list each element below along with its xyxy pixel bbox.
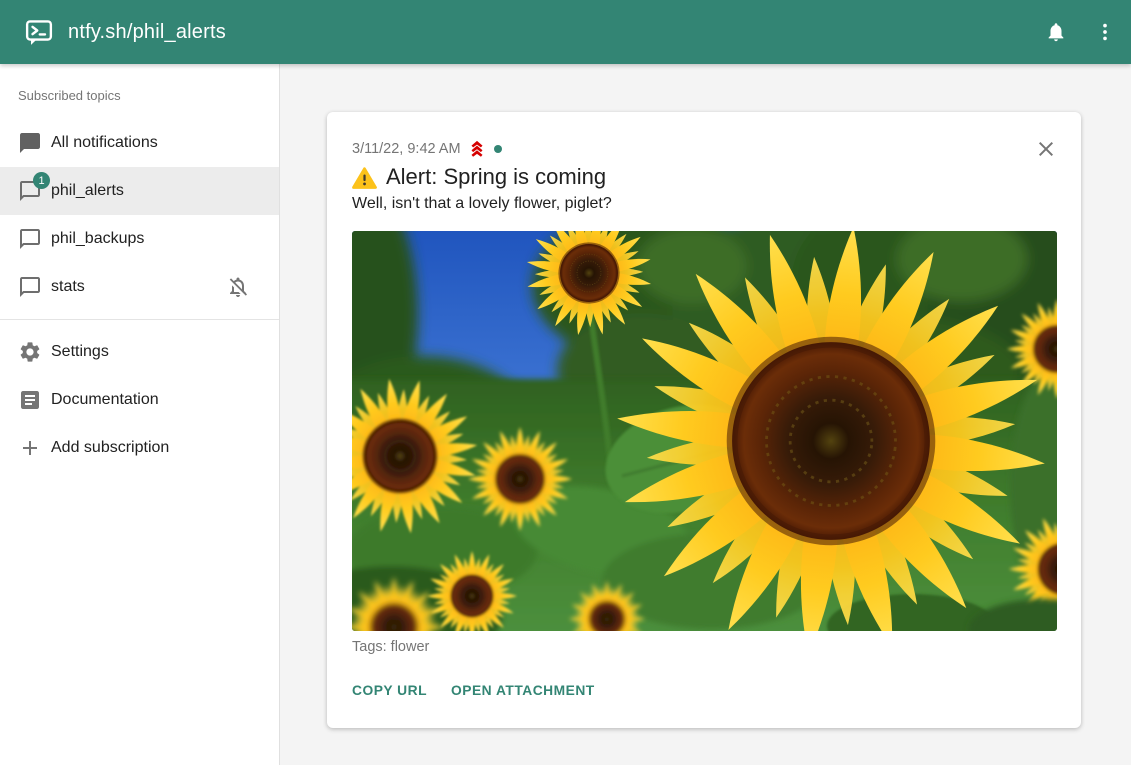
warning-emoji-icon <box>352 166 377 191</box>
sidebar-item-settings[interactable]: Settings <box>0 328 279 376</box>
sidebar-item-label: phil_backups <box>51 230 144 248</box>
notification-card: 3/11/22, 9:42 AM A <box>327 112 1081 728</box>
sidebar-item-all-notifications[interactable]: All notifications <box>0 119 279 167</box>
notification-title: Alert: Spring is coming <box>352 164 1057 190</box>
chat-outline-icon <box>18 227 42 251</box>
terminal-bubble-icon <box>24 16 56 48</box>
document-icon <box>18 388 42 412</box>
unread-dot <box>494 145 502 153</box>
copy-url-button[interactable]: COPY URL <box>352 681 427 700</box>
bell-off-icon <box>226 275 250 299</box>
sidebar-item-documentation[interactable]: Documentation <box>0 376 279 424</box>
notification-actions: COPY URL OPEN ATTACHMENT <box>352 681 1057 700</box>
chat-filled-icon <box>18 131 42 155</box>
sidebar-item-label: Settings <box>51 343 109 361</box>
sidebar-item-phil-alerts[interactable]: 1 phil_alerts <box>0 167 279 215</box>
sidebar-item-stats[interactable]: stats <box>0 263 279 311</box>
notification-timestamp: 3/11/22, 9:42 AM <box>352 141 461 157</box>
sidebar-item-label: Documentation <box>51 391 159 409</box>
plus-icon <box>18 436 42 460</box>
bell-icon <box>1045 21 1067 43</box>
sidebar-item-add-subscription[interactable]: Add subscription <box>0 424 279 472</box>
subscribed-topics-heading: Subscribed topics <box>0 64 279 103</box>
sidebar-item-label: Add subscription <box>51 439 169 457</box>
app-bar: ntfy.sh/phil_alerts <box>0 0 1131 64</box>
overflow-menu-button[interactable] <box>1085 12 1125 52</box>
close-icon <box>1034 137 1058 161</box>
notification-tags: Tags: flower <box>352 639 1057 655</box>
notification-body: Well, isn't that a lovely flower, piglet… <box>352 194 1057 213</box>
open-attachment-button[interactable]: OPEN ATTACHMENT <box>451 681 595 700</box>
sidebar-divider <box>0 319 279 320</box>
page-title: ntfy.sh/phil_alerts <box>68 21 226 44</box>
high-priority-icon <box>467 139 487 159</box>
unread-count-badge: 1 <box>33 172 50 189</box>
close-notification-button[interactable] <box>1033 137 1059 163</box>
notifications-permission-button[interactable] <box>1036 12 1076 52</box>
attachment-image[interactable] <box>352 231 1057 631</box>
kebab-menu-icon <box>1094 21 1116 43</box>
notification-meta-row: 3/11/22, 9:42 AM <box>352 139 1057 159</box>
chat-outline-icon <box>18 275 42 299</box>
notification-title-text: Alert: Spring is coming <box>386 164 606 190</box>
sidebar-item-label: stats <box>51 278 85 296</box>
gear-icon <box>18 340 42 364</box>
sidebar-item-phil-backups[interactable]: phil_backups <box>0 215 279 263</box>
sidebar-item-label: All notifications <box>51 134 158 152</box>
sidebar: Subscribed topics All notifications 1 ph… <box>0 64 280 765</box>
sidebar-item-label: phil_alerts <box>51 182 124 200</box>
chat-outline-icon: 1 <box>18 179 42 203</box>
main-content: 3/11/22, 9:42 AM A <box>280 64 1131 765</box>
